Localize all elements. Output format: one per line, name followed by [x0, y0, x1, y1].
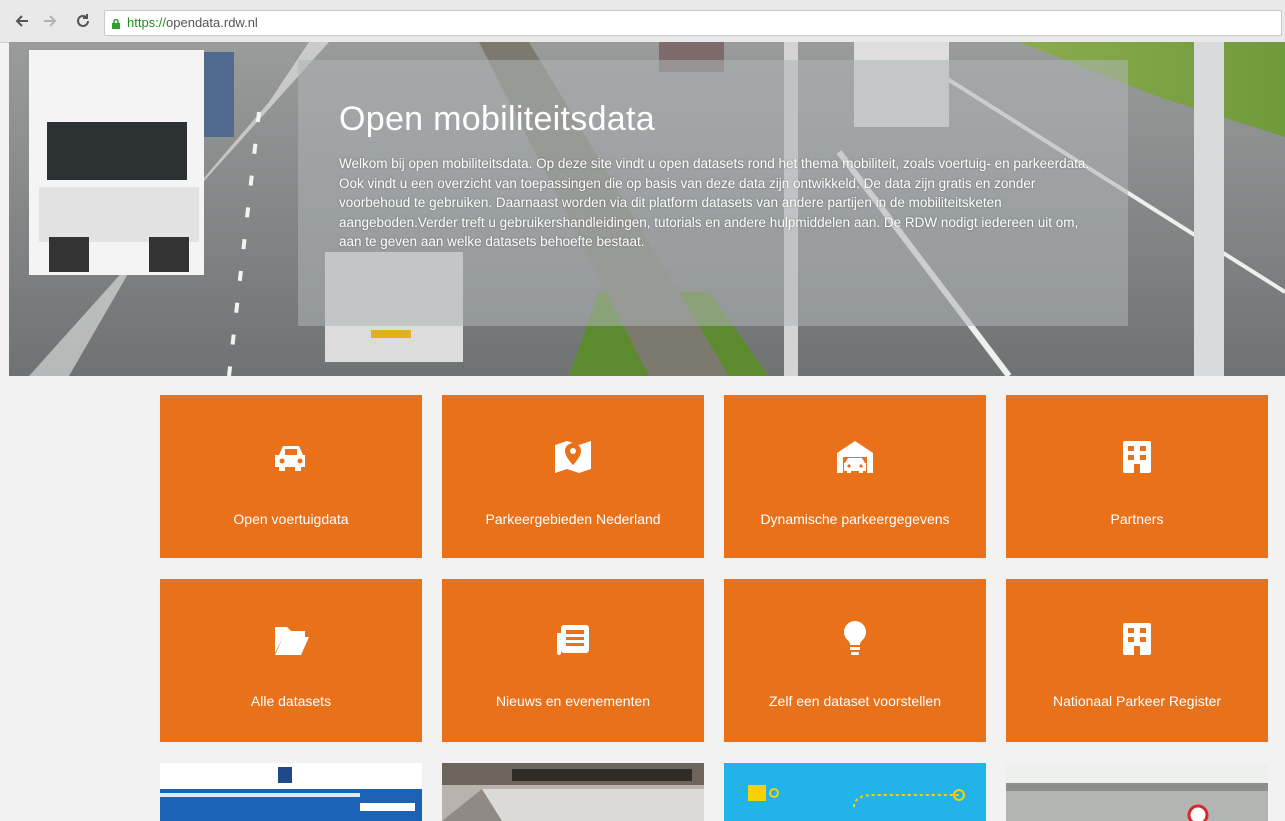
tile-label: Zelf een dataset voorstellen [769, 693, 941, 709]
app-thumbnail-building[interactable] [442, 763, 704, 821]
app-thumbnail-parking-garage[interactable] [1006, 763, 1268, 821]
map-pin-icon [551, 435, 595, 479]
lightbulb-icon [833, 617, 877, 661]
garage-car-icon [833, 435, 877, 479]
reload-icon[interactable] [74, 12, 92, 30]
forward-arrow-icon[interactable] [40, 12, 58, 30]
tile-nieuws-en-evenementen[interactable]: Nieuws en evenementen [442, 579, 704, 742]
tile-zelf-een-dataset-voorstellen[interactable]: Zelf een dataset voorstellen [724, 579, 986, 742]
newspaper-icon [551, 617, 595, 661]
app-thumbnail-website[interactable] [160, 763, 422, 821]
address-bar[interactable]: https://opendata.rdw.nl [104, 10, 1282, 36]
app-thumbnail-network[interactable] [724, 763, 986, 821]
browser-toolbar: https://opendata.rdw.nl [0, 0, 1285, 43]
tile-label: Alle datasets [250, 693, 332, 709]
tile-alle-datasets[interactable]: Alle datasets [160, 579, 422, 742]
url-host: opendata.rdw.nl [166, 15, 258, 30]
tile-label: Nationaal Parkeer Register [1052, 693, 1222, 709]
hero-intro-text: Welkom bij open mobiliteitsdata. Op deze… [339, 156, 1090, 249]
tile-label: Partners [1110, 511, 1164, 527]
building-icon [1115, 617, 1159, 661]
tile-label: Parkeergebieden Nederland [485, 511, 661, 527]
tile-label: Open voertuigdata [233, 511, 349, 527]
tile-open-voertuigdata[interactable]: Open voertuigdata [160, 395, 422, 558]
tile-parkeergebieden-nederland[interactable]: Parkeergebieden Nederland [442, 395, 704, 558]
hero-title: Open mobiliteitsdata [339, 100, 655, 138]
lock-icon [111, 17, 121, 29]
building-icon [1115, 435, 1159, 479]
tile-nationaal-parkeer-register[interactable]: Nationaal Parkeer Register [1006, 579, 1268, 742]
tile-label: Nieuws en evenementen [495, 693, 651, 709]
back-arrow-icon[interactable] [14, 12, 32, 30]
tile-label: Dynamische parkeergegevens [760, 511, 950, 527]
folder-open-icon [269, 617, 313, 661]
hero-banner: Open mobiliteitsdata Welkom bij open mob… [9, 42, 1285, 376]
tile-partners[interactable]: Partners [1006, 395, 1268, 558]
url-protocol: https:// [127, 15, 167, 30]
tile-dynamische-parkeergegevens[interactable]: Dynamische parkeergegevens [724, 395, 986, 558]
car-icon [269, 435, 313, 479]
url-text: https://opendata.rdw.nl [127, 15, 258, 31]
